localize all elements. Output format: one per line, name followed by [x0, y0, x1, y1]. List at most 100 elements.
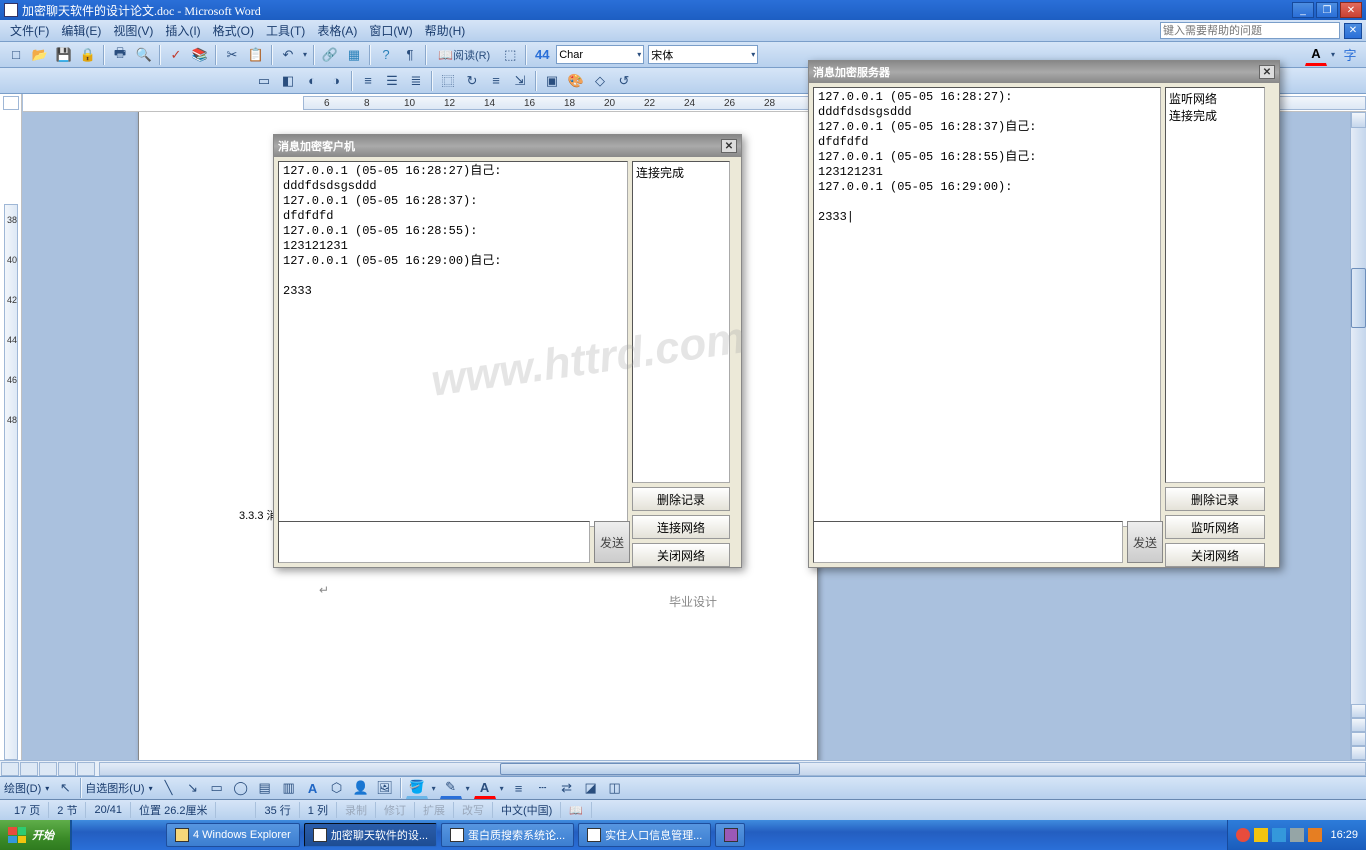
rectangle-icon[interactable]: ▭: [206, 777, 228, 799]
align-right-icon[interactable]: ≣: [405, 70, 427, 92]
server-close-button[interactable]: ✕: [1259, 65, 1275, 79]
tab-selector[interactable]: [3, 96, 19, 110]
clipart-icon[interactable]: 👤: [350, 777, 372, 799]
line-dropdown[interactable]: ▾: [463, 784, 473, 793]
transparent-icon[interactable]: ◇: [589, 70, 611, 92]
vertical-scrollbar[interactable]: [1350, 112, 1366, 760]
insert-frame-icon[interactable]: ▭: [253, 70, 275, 92]
client-log-area[interactable]: 127.0.0.1 (05-05 16:28:27)自己: dddfdsdsgs…: [278, 161, 628, 527]
server-delete-button[interactable]: 删除记录: [1165, 487, 1265, 511]
menu-help[interactable]: 帮助(H): [419, 20, 472, 41]
horizontal-scrollbar[interactable]: [99, 762, 1366, 776]
client-message-input[interactable]: [278, 521, 590, 563]
undo-icon[interactable]: ↶: [277, 44, 299, 66]
save-icon[interactable]: 💾: [53, 44, 75, 66]
minimize-button[interactable]: _: [1292, 2, 1314, 18]
scroll-thumb[interactable]: [1351, 268, 1366, 328]
contrast-icon[interactable]: ◑: [325, 70, 347, 92]
menu-window[interactable]: 窗口(W): [363, 20, 418, 41]
server-send-button[interactable]: 发送: [1127, 521, 1163, 563]
fill-color-icon[interactable]: 🪣: [406, 777, 428, 799]
status-extend[interactable]: 扩展: [415, 802, 454, 818]
taskbar-item-word-1[interactable]: 加密聊天软件的设...: [304, 823, 437, 847]
crop-icon[interactable]: ⿴: [437, 70, 459, 92]
oval-icon[interactable]: ◯: [230, 777, 252, 799]
autoshapes-menu[interactable]: 自选图形(U): [85, 780, 144, 796]
client-close-button[interactable]: ✕: [721, 139, 737, 153]
wordart-icon[interactable]: A: [302, 777, 324, 799]
doc-close-button[interactable]: ✕: [1344, 23, 1362, 39]
menu-tools[interactable]: 工具(T): [260, 20, 311, 41]
permission-icon[interactable]: 🔒: [77, 44, 99, 66]
scroll-down-button[interactable]: [1351, 704, 1366, 718]
line-color-icon[interactable]: ✎: [440, 777, 462, 799]
normal-view-button[interactable]: [1, 762, 19, 776]
select-objects-icon[interactable]: ↖: [54, 777, 76, 799]
client-chat-window[interactable]: 消息加密客户机 ✕ 127.0.0.1 (05-05 16:28:27)自己: …: [273, 134, 742, 568]
read-layout-button[interactable]: 📖 阅读(R): [431, 44, 497, 66]
undo-dropdown[interactable]: ▾: [300, 50, 310, 59]
hyperlink-icon[interactable]: 🔗: [319, 44, 341, 66]
restore-button[interactable]: ❐: [1316, 2, 1338, 18]
dash-style-icon[interactable]: ┄: [532, 777, 554, 799]
new-doc-icon[interactable]: □: [5, 44, 27, 66]
taskbar-item-explorer[interactable]: 4 Windows Explorer: [166, 823, 300, 847]
help-search-input[interactable]: [1160, 22, 1340, 39]
close-button[interactable]: ✕: [1340, 2, 1362, 18]
picture-icon[interactable]: 🖼: [374, 777, 396, 799]
chinese-layout-icon[interactable]: 44: [531, 44, 553, 66]
compress-icon[interactable]: ⇲: [509, 70, 531, 92]
research-icon[interactable]: 📚: [189, 44, 211, 66]
line-style-icon[interactable]: ≡: [485, 70, 507, 92]
dropdown-icon[interactable]: ⬚: [499, 44, 521, 66]
hscroll-thumb[interactable]: [500, 763, 800, 775]
server-message-input[interactable]: [813, 521, 1123, 563]
tray-volume-icon[interactable]: [1290, 828, 1304, 842]
line-icon[interactable]: ╲: [158, 777, 180, 799]
status-language[interactable]: 中文(中国): [493, 802, 561, 818]
vertical-ruler[interactable]: 38 40 42 44 46 48: [4, 204, 18, 760]
font-color-dropdown[interactable]: ▾: [1328, 50, 1338, 59]
align-center-icon[interactable]: ☰: [381, 70, 403, 92]
font-color-draw-icon[interactable]: A: [474, 777, 496, 799]
reset-picture-icon[interactable]: ↺: [613, 70, 635, 92]
scroll-up-button[interactable]: [1351, 112, 1366, 128]
status-record[interactable]: 录制: [337, 802, 376, 818]
3d-icon[interactable]: ◫: [604, 777, 626, 799]
client-closenet-button[interactable]: 关闭网络: [632, 543, 730, 567]
menu-format[interactable]: 格式(O): [207, 20, 260, 41]
menu-insert[interactable]: 插入(I): [159, 20, 206, 41]
client-window-titlebar[interactable]: 消息加密客户机 ✕: [274, 135, 741, 157]
preview-icon[interactable]: 🔍: [133, 44, 155, 66]
diagram-icon[interactable]: ⬡: [326, 777, 348, 799]
menu-view[interactable]: 视图(V): [107, 20, 159, 41]
taskbar-item-word-2[interactable]: 蛋白质搜索系统论...: [441, 823, 574, 847]
browse-object-button[interactable]: [1351, 732, 1366, 746]
table-grid-icon[interactable]: ▦: [343, 44, 365, 66]
client-send-button[interactable]: 发送: [594, 521, 630, 563]
character-shading-icon[interactable]: 字: [1339, 44, 1361, 66]
menu-table[interactable]: 表格(A): [311, 20, 363, 41]
text-wrap-icon[interactable]: ▣: [541, 70, 563, 92]
draw-menu[interactable]: 绘图(D): [4, 780, 41, 796]
textbox-icon[interactable]: ▤: [254, 777, 276, 799]
tray-icon[interactable]: [1254, 828, 1268, 842]
reading-view-button[interactable]: [77, 762, 95, 776]
show-marks-icon[interactable]: ¶: [399, 44, 421, 66]
align-left-icon[interactable]: ≡: [357, 70, 379, 92]
print-icon[interactable]: 🖶: [109, 44, 131, 66]
open-icon[interactable]: 📂: [29, 44, 51, 66]
status-book-icon[interactable]: 📖: [561, 802, 592, 818]
server-window-titlebar[interactable]: 消息加密服务器 ✕: [809, 61, 1279, 83]
shadow-icon[interactable]: ◪: [580, 777, 602, 799]
menu-file[interactable]: 文件(F): [4, 20, 55, 41]
tray-clock[interactable]: 16:29: [1330, 829, 1358, 841]
tray-icon[interactable]: [1308, 828, 1322, 842]
menu-edit[interactable]: 编辑(E): [55, 20, 107, 41]
outline-view-button[interactable]: [58, 762, 76, 776]
server-closenet-button[interactable]: 关闭网络: [1165, 543, 1265, 567]
font-color-icon[interactable]: A: [1305, 44, 1327, 66]
taskbar-item-word-3[interactable]: 实住人口信息管理...: [578, 823, 711, 847]
format-picture-icon[interactable]: 🎨: [565, 70, 587, 92]
server-chat-window[interactable]: 消息加密服务器 ✕ 127.0.0.1 (05-05 16:28:27): dd…: [808, 60, 1280, 568]
